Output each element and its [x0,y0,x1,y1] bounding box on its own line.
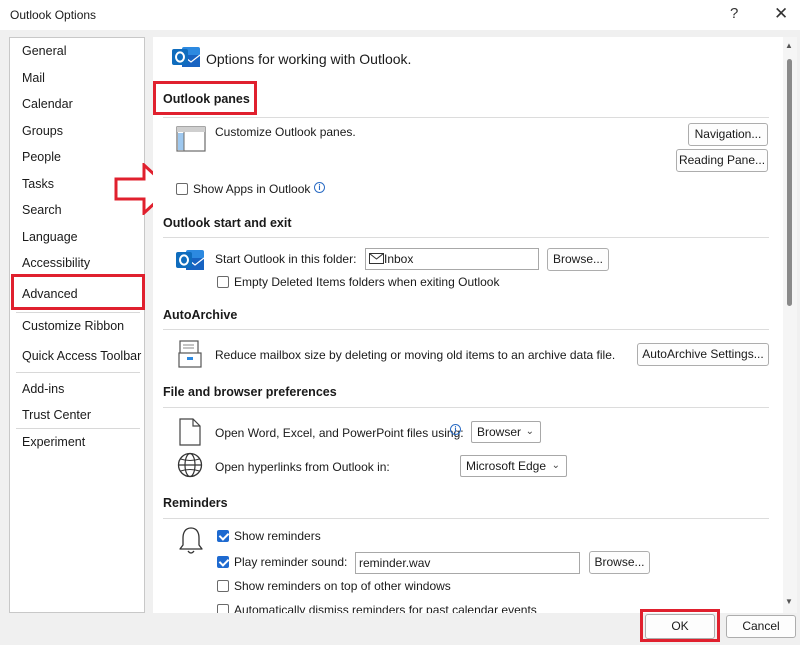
autoarchive-settings-button[interactable]: AutoArchive Settings... [637,343,769,366]
reminder-sound-field[interactable]: reminder.wav [355,552,580,574]
content-scrollbar[interactable]: ▲ ▼ [783,37,797,613]
play-sound-checkbox[interactable] [217,556,229,568]
sidebar-item-add-ins[interactable]: Add-ins [22,382,64,396]
sidebar-divider [16,428,140,429]
file-browser-title: File and browser preferences [163,385,337,399]
mail-envelope-icon [369,253,384,264]
open-links-dropdown[interactable]: Microsoft Edge ⌄ [460,455,567,477]
open-files-dropdown[interactable]: Browser ⌄ [471,421,541,443]
autoarchive-description: Reduce mailbox size by deleting or movin… [215,348,616,362]
page-header: Options for working with Outlook. [206,51,412,67]
outlook-panes-title: Outlook panes [163,92,250,106]
outlook-app-icon [176,250,205,270]
show-apps-checkbox[interactable] [176,183,188,195]
reminders-title: Reminders [163,496,228,510]
open-links-label: Open hyperlinks from Outlook in: [215,460,390,474]
start-folder-browse-button[interactable]: Browse... [547,248,609,271]
sidebar-item-calendar[interactable]: Calendar [22,97,73,111]
show-apps-label: Show Apps in Outlook [193,182,311,196]
reading-pane-button[interactable]: Reading Pane... [676,149,768,172]
chevron-down-icon: ⌄ [525,426,534,437]
customize-panes-label: Customize Outlook panes. [215,125,356,139]
section-divider [163,518,769,519]
sidebar-item-language[interactable]: Language [22,230,78,244]
ok-button[interactable]: OK [645,614,715,639]
options-content: Options for working with Outlook. Outloo… [153,37,783,613]
close-button[interactable]: ✕ [774,4,788,24]
open-files-label: Open Word, Excel, and PowerPoint files u… [215,426,464,440]
autoarchive-title: AutoArchive [163,308,238,322]
start-exit-title: Outlook start and exit [163,216,292,230]
chevron-down-icon: ⌄ [551,460,560,471]
open-files-value: Browser [477,425,522,439]
bell-icon [179,527,203,554]
sidebar-divider [16,372,140,373]
sidebar-nav: General Mail Calendar Groups People Task… [9,37,145,613]
play-sound-label: Play reminder sound: [234,555,348,569]
globe-icon [177,452,203,478]
auto-dismiss-label: Automatically dismiss reminders for past… [234,603,537,613]
sidebar-item-trust-center[interactable]: Trust Center [22,408,91,422]
panes-layout-icon [176,126,206,152]
sidebar-item-experiment[interactable]: Experiment [22,435,85,449]
auto-dismiss-checkbox[interactable] [217,604,229,613]
start-folder-label: Start Outlook in this folder: [215,252,357,266]
on-top-checkbox[interactable] [217,580,229,592]
info-icon[interactable]: i [450,424,461,435]
section-divider [163,329,769,330]
section-divider [163,237,769,238]
document-icon [179,418,201,446]
sidebar-item-general[interactable]: General [22,44,66,58]
show-reminders-checkbox[interactable] [217,530,229,542]
sidebar-item-mail[interactable]: Mail [22,71,45,85]
sidebar-item-people[interactable]: People [22,150,61,164]
empty-deleted-label: Empty Deleted Items folders when exiting… [234,275,500,289]
cancel-button[interactable]: Cancel [726,615,796,638]
open-links-value: Microsoft Edge [466,459,547,473]
navigation-button[interactable]: Navigation... [688,123,768,146]
sidebar-item-groups[interactable]: Groups [22,124,63,138]
start-folder-field[interactable]: Inbox [365,248,539,270]
show-reminders-label: Show reminders [234,529,321,543]
sidebar-divider [16,312,140,313]
sidebar-item-search[interactable]: Search [22,203,62,217]
start-folder-value: Inbox [384,252,414,266]
window-title: Outlook Options [10,8,97,22]
info-icon[interactable]: i [314,182,325,193]
section-divider [163,117,769,118]
empty-deleted-checkbox[interactable] [217,276,229,288]
title-bar: Outlook Options ? ✕ [0,0,800,30]
sidebar-item-advanced[interactable]: Advanced [22,287,78,301]
sidebar-item-accessibility[interactable]: Accessibility [22,256,90,270]
sound-browse-button[interactable]: Browse... [589,551,650,574]
on-top-label: Show reminders on top of other windows [234,579,451,593]
outlook-logo-icon [172,47,201,67]
scroll-down-arrow-icon[interactable]: ▼ [785,597,793,606]
sidebar-item-customize-ribbon[interactable]: Customize Ribbon [22,319,124,333]
scroll-up-arrow-icon[interactable]: ▲ [785,41,793,50]
archive-box-icon [178,340,202,368]
scroll-thumb[interactable] [787,59,792,306]
sidebar-item-quick-access-toolbar[interactable]: Quick Access Toolbar [22,349,141,363]
help-button[interactable]: ? [730,5,738,22]
section-divider [163,407,769,408]
sidebar-item-tasks[interactable]: Tasks [22,177,54,191]
